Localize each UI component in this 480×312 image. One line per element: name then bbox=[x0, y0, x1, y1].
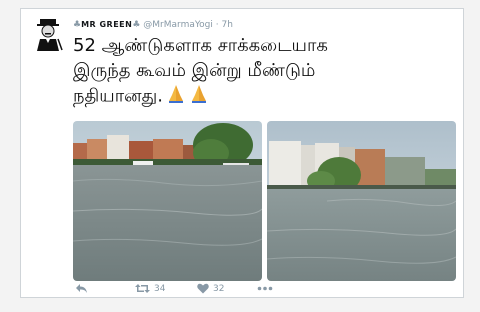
more-icon bbox=[257, 286, 273, 291]
heart-icon bbox=[197, 283, 209, 294]
tweet-actions: 34 32 bbox=[73, 283, 313, 299]
tweet-photos bbox=[73, 121, 456, 281]
handle[interactable]: @MrMarmaYogi bbox=[143, 20, 213, 30]
pray-icon bbox=[189, 83, 209, 110]
retweet-count: 34 bbox=[154, 283, 166, 294]
display-name[interactable]: ♣MR GREEN♣ bbox=[73, 20, 140, 30]
avatar[interactable] bbox=[31, 17, 65, 51]
tweet-text: 52 ஆண்டுகளாக சாக்கடையாக இருந்த கூவம் இன்… bbox=[73, 33, 433, 110]
reply-icon bbox=[76, 284, 87, 293]
reply-button[interactable] bbox=[75, 283, 88, 294]
photo-river-right[interactable] bbox=[267, 121, 456, 281]
more-button[interactable] bbox=[257, 283, 273, 294]
tweet-card[interactable]: ♣MR GREEN♣ @MrMarmaYogi · 7h 52 ஆண்டுகளா… bbox=[20, 8, 464, 298]
avatar-image bbox=[31, 17, 65, 51]
photo-river-left[interactable] bbox=[73, 121, 262, 281]
tweet-header: ♣MR GREEN♣ @MrMarmaYogi · 7h bbox=[73, 20, 233, 30]
retweet-button[interactable]: 34 bbox=[135, 283, 165, 294]
tweet-text-line: நதியானது. bbox=[73, 83, 433, 110]
separator: · bbox=[215, 20, 219, 30]
retweet-icon bbox=[135, 284, 150, 293]
timestamp[interactable]: 7h bbox=[222, 20, 233, 30]
tweet-text-line: 52 ஆண்டுகளாக சாக்கடையாக bbox=[73, 35, 328, 56]
pray-icon bbox=[166, 83, 186, 110]
like-button[interactable]: 32 bbox=[197, 283, 224, 294]
tweet-text-line: இருந்த கூவம் இன்று மீண்டும் bbox=[73, 60, 316, 81]
like-count: 32 bbox=[213, 283, 225, 294]
